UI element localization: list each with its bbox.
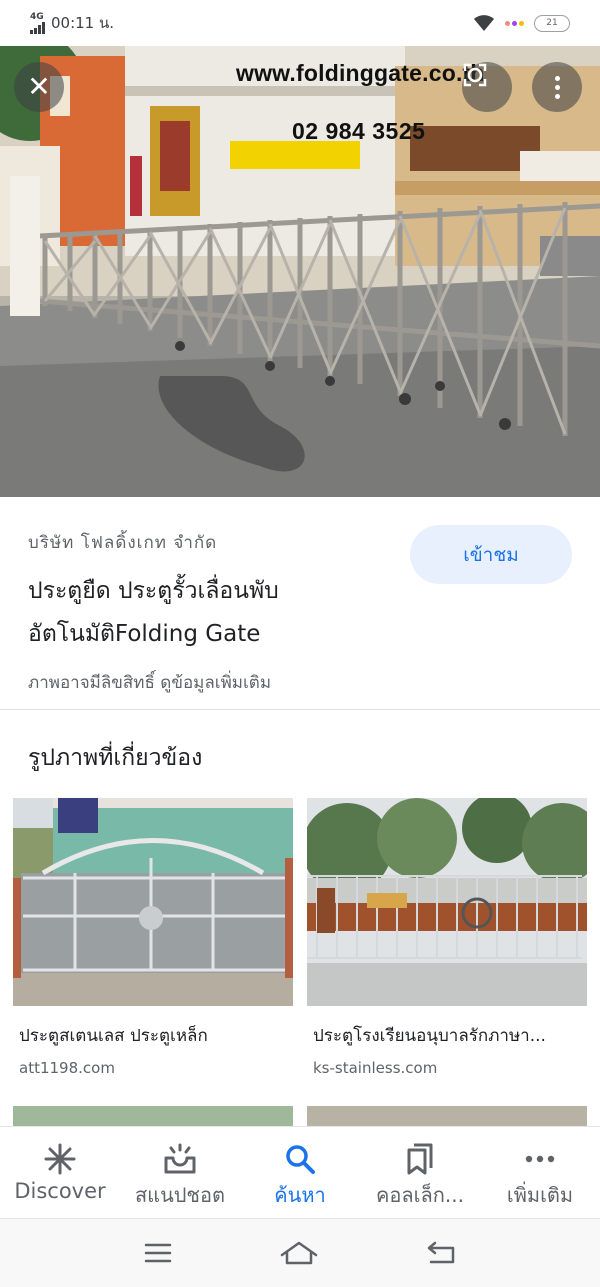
search-icon — [283, 1141, 317, 1177]
battery-level: 21 — [546, 18, 558, 28]
related-image-thumbnail-partial[interactable] — [13, 1106, 293, 1126]
hero-image[interactable]: www.foldinggate.co.th 02 984 3525 ✕ — [0, 46, 600, 497]
image-info-panel: บริษัท โฟลดิ้งเกท จำกัด เข้าชม ประตูยืด … — [0, 497, 600, 710]
status-bar: 4G 00:11 น. 21 — [0, 0, 600, 46]
related-image-1-photo — [13, 798, 293, 1006]
nav-more[interactable]: เพิ่มเติม — [480, 1127, 600, 1218]
visit-button[interactable]: เข้าชม — [410, 525, 572, 584]
network-type: 4G — [30, 11, 44, 22]
collections-icon — [403, 1141, 437, 1177]
source-name[interactable]: บริษัท โฟลดิ้งเกท จำกัด — [28, 529, 217, 556]
related-image-title: ประตูสเตนเลส ประตูเหล็ก — [19, 1026, 208, 1046]
more-vert-icon[interactable] — [532, 62, 582, 112]
wifi-icon — [473, 14, 495, 32]
related-image-title: ประตูโรงเรียนอนุบาลรักภาษา... — [313, 1026, 546, 1046]
close-icon[interactable]: ✕ — [14, 62, 64, 112]
google-app-image-viewer: 4G 00:11 น. 21 www.foldinggate.co.th 02 … — [0, 0, 600, 1287]
nav-label: Discover — [14, 1179, 106, 1203]
related-image-thumbnail[interactable] — [307, 798, 587, 1006]
related-image-card[interactable]: ประตูสเตนเลส ประตูเหล็ก att1198.com — [13, 798, 293, 1077]
nav-label: เพิ่มเติม — [506, 1183, 574, 1207]
nav-label: สแนปชอต — [134, 1183, 226, 1207]
related-image-2-photo — [307, 798, 587, 1006]
nav-search[interactable]: ค้นหา — [240, 1127, 360, 1218]
home-icon[interactable] — [279, 1239, 319, 1267]
nav-snapshot[interactable]: สแนปชอต — [120, 1127, 240, 1218]
bottom-navigation: Discover สแนปชอต ค้นหา คอลเล็ก... เพิ่มเ… — [0, 1126, 600, 1218]
nav-label: คอลเล็ก... — [376, 1183, 464, 1207]
signal-icon: 4G — [30, 11, 45, 34]
more-horiz-icon — [523, 1141, 557, 1177]
snapshot-icon — [163, 1141, 197, 1177]
related-image-source: att1198.com — [19, 1059, 115, 1077]
status-left: 4G 00:11 น. — [30, 11, 114, 35]
hero-photo — [0, 46, 600, 497]
related-image-source: ks-stainless.com — [313, 1059, 438, 1077]
back-icon[interactable] — [425, 1240, 457, 1266]
related-image-thumbnail[interactable] — [13, 798, 293, 1006]
nav-collections[interactable]: คอลเล็ก... — [360, 1127, 480, 1218]
nav-label: ค้นหา — [274, 1183, 326, 1207]
system-navigation-bar — [0, 1218, 600, 1287]
nav-discover[interactable]: Discover — [0, 1127, 120, 1218]
hero-watermark-url: www.foldinggate.co.th — [236, 60, 485, 86]
notification-dots-icon — [505, 20, 524, 26]
asterisk-icon — [43, 1141, 77, 1177]
recents-icon[interactable] — [143, 1241, 173, 1265]
status-right: 21 — [473, 14, 570, 32]
clock: 00:11 น. — [51, 14, 115, 32]
related-image-thumbnail-partial[interactable] — [307, 1106, 587, 1126]
lens-icon[interactable] — [462, 62, 512, 112]
copyright-notice[interactable]: ภาพอาจมีลิขสิทธิ์ ดูข้อมูลเพิ่มเติม — [28, 669, 271, 696]
related-image-card[interactable]: ประตูโรงเรียนอนุบาลรักภาษา... ks-stainle… — [307, 798, 587, 1077]
battery-icon: 21 — [534, 14, 570, 32]
related-images-heading: รูปภาพที่เกี่ยวข้อง — [28, 745, 203, 771]
hero-watermark-phone: 02 984 3525 — [292, 118, 426, 144]
image-title[interactable]: ประตูยืด ประตูรั้วเลื่อนพับอัตโนมัติFold… — [28, 570, 388, 656]
